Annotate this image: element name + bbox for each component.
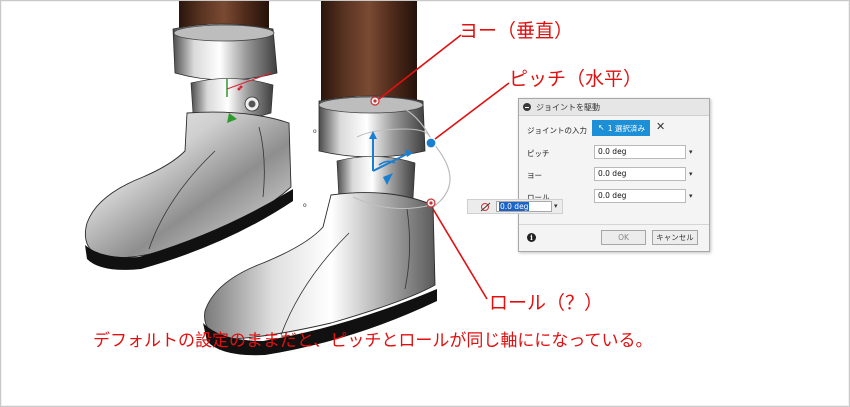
joint-selection-button[interactable]: ↖ 1 選択済み bbox=[592, 120, 650, 136]
left-boot bbox=[84, 111, 292, 259]
canvas-value: 0.0 deg bbox=[499, 202, 530, 211]
left-leg[interactable] bbox=[84, 1, 293, 270]
pitch-input[interactable]: 0.0 deg bbox=[594, 145, 686, 159]
screenshot-frame: o o ヨー（垂直） ピッチ（水平） ロール（？） デフォルトの設定のままだと、… bbox=[0, 0, 850, 407]
yaw-label: ヨー bbox=[527, 171, 542, 180]
dialog-title: ジョイントを駆動 bbox=[536, 103, 600, 112]
pitch-handle[interactable] bbox=[425, 137, 437, 149]
yaw-input[interactable]: 0.0 deg bbox=[594, 167, 686, 181]
cancel-button[interactable]: キャンセル bbox=[652, 230, 698, 245]
right-leg-wood bbox=[321, 1, 417, 103]
dialog-header: ジョイントを駆動 bbox=[519, 99, 709, 116]
drive-joint-dialog: ジョイントを駆動 ジョイントの入力 ↖ 1 選択済み ✕ ピッチ 0.0 deg… bbox=[518, 98, 710, 252]
annotation-roll: ロール（？） bbox=[489, 292, 604, 314]
roll-input[interactable]: 0.0 deg bbox=[594, 189, 686, 203]
joint-input-label: ジョイントの入力 bbox=[527, 126, 587, 135]
info-icon[interactable]: i bbox=[527, 233, 536, 242]
svg-text:o: o bbox=[303, 202, 307, 209]
collapse-icon[interactable] bbox=[523, 103, 531, 111]
leader-roll bbox=[432, 208, 488, 300]
dropdown-icon[interactable]: ▾ bbox=[689, 192, 693, 200]
svg-text:o: o bbox=[313, 128, 317, 135]
annotation-pitch: ピッチ（水平） bbox=[509, 68, 643, 90]
selection-label: 1 選択済み bbox=[607, 123, 645, 133]
annotation-yaw: ヨー（垂直） bbox=[459, 20, 574, 42]
divider bbox=[519, 224, 709, 225]
close-icon[interactable]: ✕ bbox=[656, 121, 665, 133]
joint-icon bbox=[480, 202, 491, 212]
leader-pitch bbox=[434, 82, 510, 140]
canvas-value-input[interactable]: 0.0 deg bbox=[496, 201, 552, 212]
pitch-label: ピッチ bbox=[527, 149, 550, 158]
annotation-note: デフォルトの設定のままだと、ピッチとロールが同じ軸にになっている。 bbox=[93, 331, 653, 351]
dropdown-icon[interactable]: ▾ bbox=[689, 170, 693, 178]
dropdown-icon[interactable]: ▾ bbox=[689, 148, 693, 156]
cursor-icon: ↖ bbox=[598, 123, 605, 132]
dropdown-icon[interactable]: ▾ bbox=[554, 202, 558, 210]
ok-button[interactable]: OK bbox=[601, 230, 646, 245]
canvas-value-widget: 0.0 deg ▾ bbox=[467, 199, 563, 214]
